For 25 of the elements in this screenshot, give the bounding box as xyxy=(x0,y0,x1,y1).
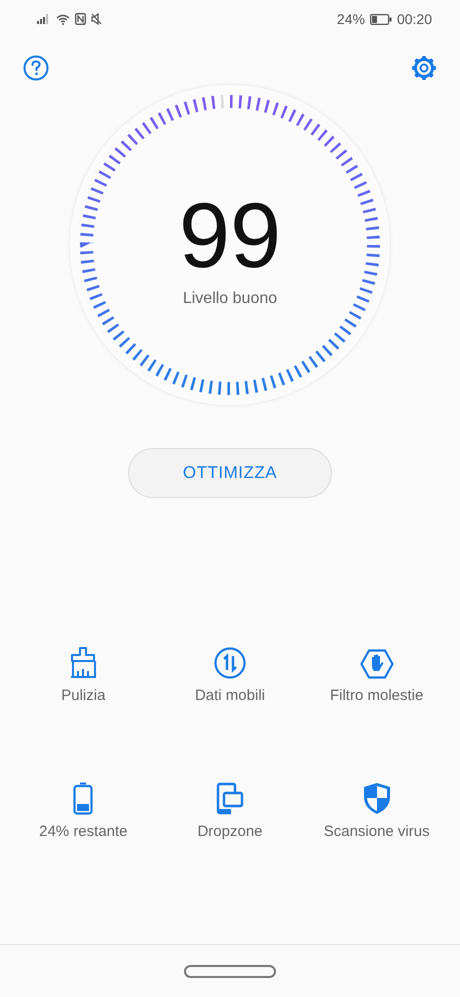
tool-label[interactable]: Dropzone xyxy=(197,823,263,840)
shield-icon[interactable] xyxy=(362,782,391,815)
data-transfer-icon[interactable] xyxy=(214,647,246,679)
devices-icon[interactable] xyxy=(216,782,244,815)
optimize-button[interactable]: OTTIMIZZA xyxy=(128,448,332,498)
clock: 00:20 xyxy=(396,11,432,27)
settings-icon[interactable] xyxy=(411,55,437,81)
battery-icon xyxy=(370,14,392,24)
brush-icon[interactable] xyxy=(69,647,98,679)
nfc-icon xyxy=(75,13,86,25)
score-caption: Livello buono xyxy=(182,290,278,308)
mute-icon xyxy=(91,13,102,25)
tool-label[interactable]: Dati mobili xyxy=(194,687,265,704)
score-value: 99 xyxy=(178,190,282,282)
home-pill[interactable] xyxy=(184,964,276,978)
hand-stop-icon[interactable] xyxy=(360,649,394,679)
tool-label[interactable]: Scansione virus xyxy=(324,823,430,840)
help-icon[interactable] xyxy=(23,55,49,81)
battery-percent: 24% xyxy=(336,11,365,27)
tool-label[interactable]: Filtro molestie xyxy=(330,687,424,704)
tool-label[interactable]: 24% restante xyxy=(39,823,128,840)
tool-label[interactable]: Pulizia xyxy=(61,687,106,704)
battery-low-icon[interactable] xyxy=(73,782,94,815)
wifi-icon xyxy=(56,14,70,24)
signal-icon xyxy=(37,14,51,24)
